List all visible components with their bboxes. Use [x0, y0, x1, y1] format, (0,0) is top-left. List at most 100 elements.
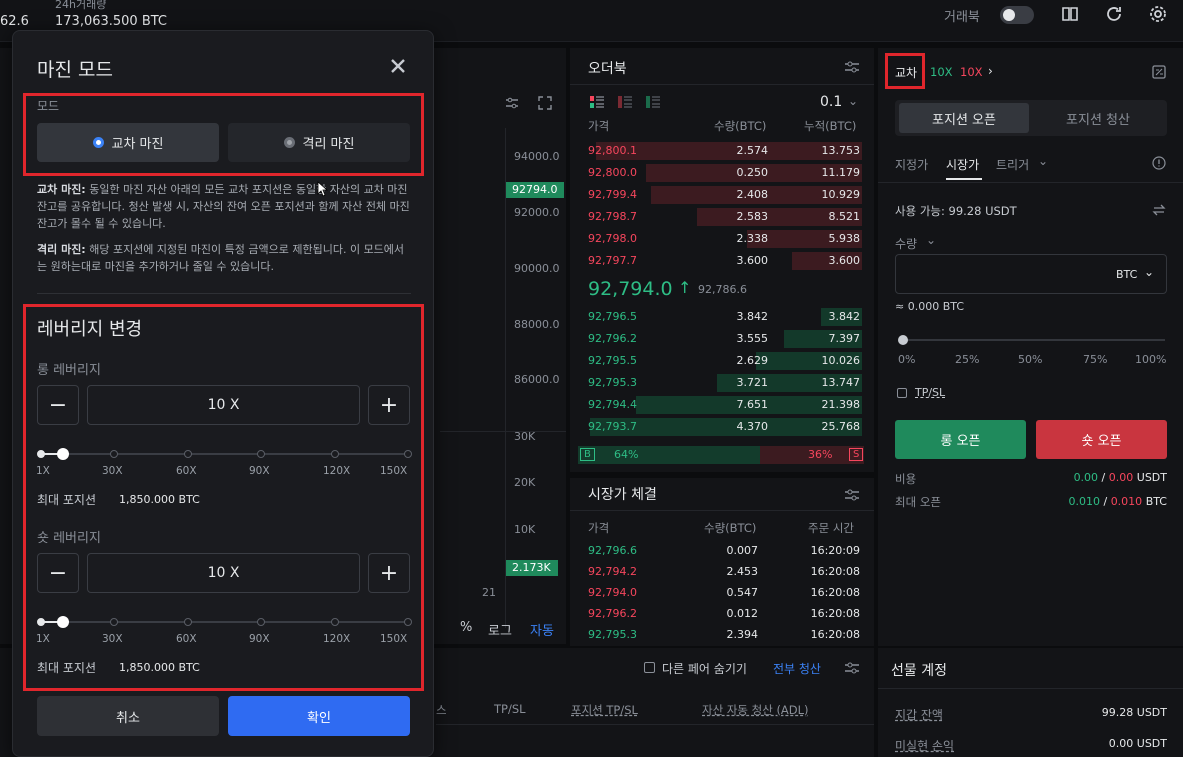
chevron-down-icon[interactable]: ⌄ — [926, 233, 936, 247]
orderbook-row[interactable]: 92,796.5 3.842 3.842 — [570, 306, 874, 328]
chevron-down-icon[interactable]: ⌄ — [1144, 265, 1154, 279]
leverage-slider-track[interactable] — [41, 621, 408, 623]
leverage-slider-handle[interactable] — [57, 448, 69, 460]
orderbook-row[interactable]: 92,798.0 2.338 5.938 — [570, 228, 874, 250]
leverage-step-dot[interactable] — [404, 618, 412, 626]
leverage-step-dot[interactable] — [184, 618, 192, 626]
order-type-limit[interactable]: 지정가 — [895, 156, 928, 173]
view-both-icon[interactable] — [590, 96, 604, 108]
qty-slider-handle[interactable] — [898, 335, 908, 345]
qty-slider-track[interactable] — [903, 339, 1165, 341]
leverage-tick-label[interactable]: 150X — [380, 465, 407, 477]
leverage-step-dot[interactable] — [404, 450, 412, 458]
long-decrease-button[interactable]: − — [37, 385, 79, 425]
leverage-step-dot[interactable] — [184, 450, 192, 458]
scale-log[interactable]: 로그 — [488, 620, 512, 639]
trades-settings-icon[interactable] — [844, 488, 860, 502]
orderbook-row[interactable]: 92,800.1 2.574 13.753 — [570, 140, 874, 162]
chart-settings-icon[interactable] — [505, 96, 519, 110]
orderbook-row[interactable]: 92,795.3 3.721 13.747 — [570, 372, 874, 394]
orderbook-settings-icon[interactable] — [844, 60, 860, 74]
leverage-tick-label[interactable]: 1X — [36, 465, 50, 477]
leverage-tick-label[interactable]: 30X — [102, 633, 123, 645]
cross-margin-button[interactable]: 교차 마진 — [37, 123, 219, 162]
long-leverage-input[interactable]: 10 X — [87, 385, 360, 425]
pct-tick[interactable]: 100% — [1135, 353, 1166, 366]
gear-icon[interactable] — [1148, 4, 1168, 24]
scale-percent[interactable]: % — [460, 620, 472, 635]
orderbook-row[interactable]: 92,798.7 2.583 8.521 — [570, 206, 874, 228]
leverage-tick-label[interactable]: 120X — [323, 633, 350, 645]
long-increase-button[interactable]: + — [368, 385, 410, 425]
positions-settings-icon[interactable] — [844, 662, 860, 674]
chevron-down-icon[interactable]: ⌄ — [848, 94, 858, 108]
margin-mode-button[interactable]: 교차 — [895, 64, 917, 81]
leverage-step-dot[interactable] — [110, 450, 118, 458]
orderbook-row[interactable]: 92,793.7 4.370 25.768 — [570, 416, 874, 438]
leverage-tick-label[interactable]: 60X — [176, 465, 197, 477]
tpsl-label[interactable]: TP/SL — [915, 386, 945, 399]
book-icon[interactable] — [1060, 4, 1080, 24]
tab-close-position[interactable]: 포지션 청산 — [1033, 103, 1163, 133]
refresh-icon[interactable] — [1104, 4, 1124, 24]
tradebook-toggle[interactable] — [1000, 6, 1034, 24]
leverage-slider-handle[interactable] — [57, 616, 69, 628]
short-leverage-badge[interactable]: 10X — [960, 65, 983, 79]
order-type-market[interactable]: 시장가 — [946, 156, 979, 173]
short-leverage-input[interactable]: 10 X — [87, 553, 360, 593]
orderbook-row[interactable]: 92,800.0 0.250 11.179 — [570, 162, 874, 184]
leverage-slider-track[interactable] — [41, 453, 408, 455]
order-type-trigger[interactable]: 트리거 — [996, 156, 1029, 173]
isolated-margin-button[interactable]: 격리 마진 — [228, 123, 410, 162]
short-decrease-button[interactable]: − — [37, 553, 79, 593]
info-icon[interactable] — [1152, 156, 1166, 170]
leverage-step-dot[interactable] — [257, 618, 265, 626]
pct-tick[interactable]: 25% — [955, 353, 979, 366]
precision-select[interactable]: 0.1 — [820, 94, 842, 110]
scale-auto[interactable]: 자동 — [530, 620, 554, 639]
long-leverage-badge[interactable]: 10X — [930, 65, 953, 79]
unrealized-value: 0.00 USDT — [1108, 737, 1167, 750]
view-bids-icon[interactable] — [646, 96, 660, 108]
transfer-icon[interactable] — [1152, 203, 1166, 217]
hide-pairs-label[interactable]: 다른 페어 숨기기 — [662, 660, 747, 677]
leverage-step-dot[interactable] — [37, 618, 45, 626]
leverage-tick-label[interactable]: 90X — [249, 633, 270, 645]
leverage-tick-label[interactable]: 120X — [323, 465, 350, 477]
pct-tick[interactable]: 50% — [1018, 353, 1042, 366]
orderbook-row[interactable]: 92,796.2 3.555 7.397 — [570, 328, 874, 350]
leverage-tick-label[interactable]: 90X — [249, 465, 270, 477]
view-asks-icon[interactable] — [618, 96, 632, 108]
close-icon[interactable] — [388, 56, 408, 76]
orderbook-row[interactable]: 92,795.5 2.629 10.026 — [570, 350, 874, 372]
leverage-tick-label[interactable]: 1X — [36, 633, 50, 645]
leverage-step-dot[interactable] — [331, 618, 339, 626]
short-open-button[interactable]: 숏 오픈 — [1036, 420, 1167, 459]
hide-pairs-checkbox[interactable] — [644, 662, 655, 673]
confirm-button[interactable]: 확인 — [228, 696, 410, 736]
row-price: 92,796.2 — [588, 332, 637, 345]
close-all-link[interactable]: 전부 청산 — [773, 660, 821, 677]
expand-icon[interactable] — [538, 96, 552, 110]
leverage-step-dot[interactable] — [257, 450, 265, 458]
short-increase-button[interactable]: + — [368, 553, 410, 593]
leverage-tick-label[interactable]: 150X — [380, 633, 407, 645]
orderbook-row[interactable]: 92,799.4 2.408 10.929 — [570, 184, 874, 206]
leverage-step-dot[interactable] — [110, 618, 118, 626]
leverage-tick-label[interactable]: 30X — [102, 465, 123, 477]
pct-tick[interactable]: 75% — [1083, 353, 1107, 366]
orderbook-row[interactable]: 92,797.7 3.600 3.600 — [570, 250, 874, 272]
long-open-button[interactable]: 롱 오픈 — [895, 420, 1026, 459]
chevron-right-icon[interactable]: › — [988, 64, 993, 78]
tpsl-checkbox[interactable] — [897, 388, 907, 398]
orderbook-row[interactable]: 92,794.4 7.651 21.398 — [570, 394, 874, 416]
cancel-button[interactable]: 취소 — [37, 696, 219, 736]
pct-tick[interactable]: 0% — [898, 353, 915, 366]
tab-open-position[interactable]: 포지션 오픈 — [899, 103, 1029, 133]
chevron-down-icon[interactable]: ⌄ — [1038, 154, 1048, 168]
leverage-step-dot[interactable] — [37, 450, 45, 458]
calculator-icon[interactable] — [1152, 65, 1166, 79]
unit-select[interactable]: BTC — [1116, 268, 1137, 281]
leverage-tick-label[interactable]: 60X — [176, 633, 197, 645]
leverage-step-dot[interactable] — [331, 450, 339, 458]
